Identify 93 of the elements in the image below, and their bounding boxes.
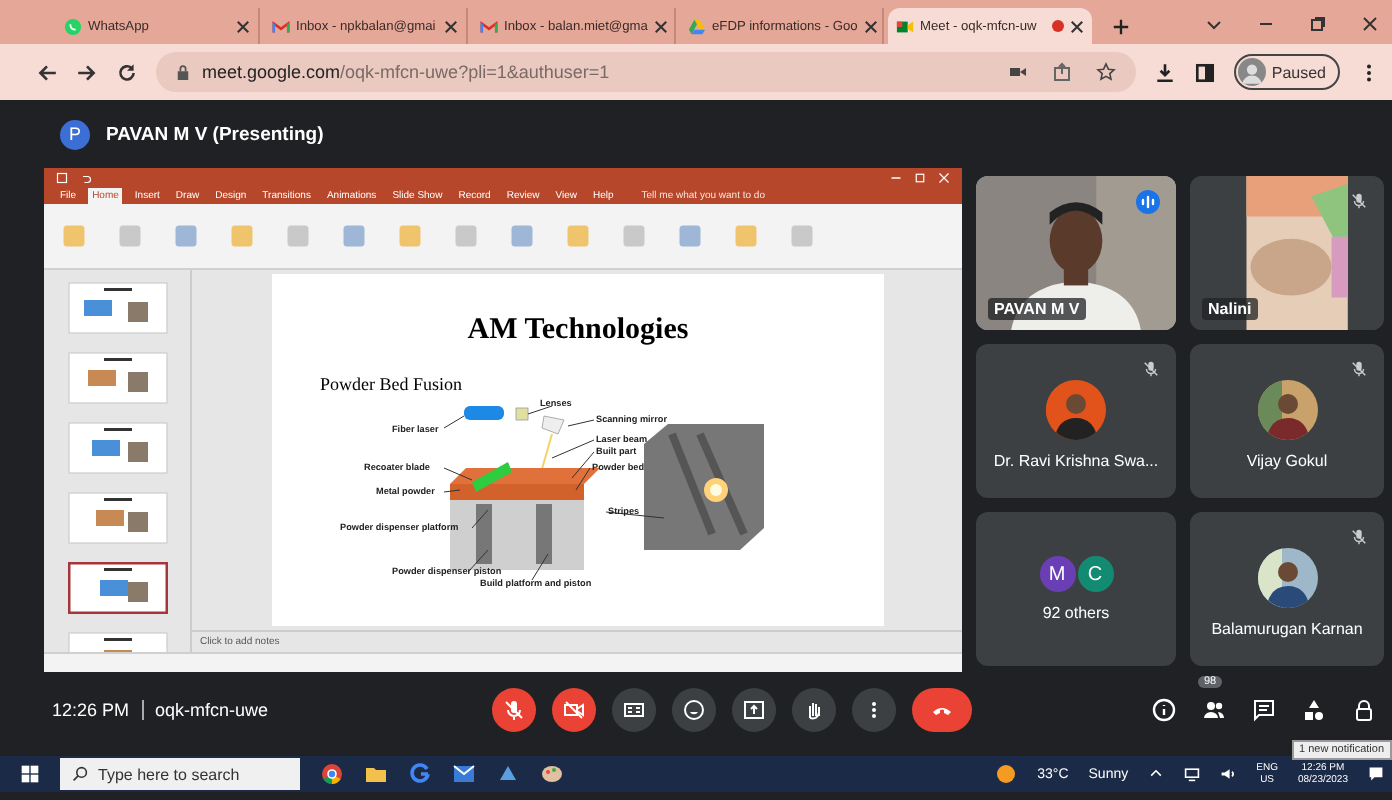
presenter-avatar: P (60, 119, 90, 149)
present-screen-icon (742, 698, 766, 722)
participant-name: Vijay Gokul (1246, 452, 1328, 470)
sun-icon (993, 762, 1018, 786)
mail-icon (480, 17, 498, 35)
leader-line (526, 405, 552, 415)
chevron-up-icon[interactable] (1148, 766, 1165, 782)
participant-tile[interactable]: Vijay Gokul (1190, 344, 1384, 498)
meeting-code: oqk-mfcn-uwe (155, 700, 269, 720)
mail-icon (272, 17, 290, 35)
melt-pool-drawing (643, 424, 763, 550)
windows-logo-icon[interactable] (20, 764, 40, 784)
mail-app-icon[interactable] (452, 762, 476, 786)
participant-initial-avatar: C (1077, 556, 1113, 592)
speaking-icon (1136, 190, 1160, 214)
restore-icon[interactable] (1308, 14, 1328, 34)
chat-icon[interactable] (1252, 698, 1276, 722)
close-icon[interactable] (236, 19, 250, 33)
leave-call-button[interactable] (912, 688, 972, 732)
star-icon[interactable] (1095, 62, 1116, 82)
video-camera-icon (896, 17, 914, 35)
leader-line (566, 419, 594, 427)
raise-hand-button[interactable] (792, 688, 836, 732)
close-icon[interactable] (444, 19, 458, 33)
search-field[interactable]: Type here to search (60, 758, 300, 790)
camera-icon[interactable] (1007, 62, 1028, 82)
participant-name: 92 others (1042, 604, 1110, 622)
google-icon[interactable] (408, 762, 432, 786)
smiley-icon (682, 698, 706, 722)
captions-button[interactable] (612, 688, 656, 732)
microphone-off-icon (502, 698, 526, 722)
profile-button[interactable]: Paused (1233, 54, 1340, 90)
microphone-button[interactable] (492, 688, 536, 732)
slide-thumbnail[interactable] (68, 562, 168, 614)
meeting-time: 12:26 PM (52, 700, 130, 720)
participant-name: Balamurugan Karnan (1211, 620, 1363, 638)
share-icon[interactable] (1051, 62, 1072, 82)
notifications-icon[interactable] (1368, 766, 1384, 782)
address-bar[interactable]: meet.google.com/oqk-mfcn-uwe?pli=1&authuser=1 (156, 52, 1136, 92)
participant-initial-avatar: M (1039, 556, 1075, 592)
participant-name: Nalini (1202, 298, 1258, 320)
search-icon (72, 766, 88, 782)
camera-button[interactable] (552, 688, 596, 732)
leader-line (604, 511, 664, 519)
shapes-icon[interactable] (1302, 698, 1326, 722)
undo-icon[interactable] (80, 171, 92, 183)
participant-tile[interactable]: Dr. Ravi Krishna Swa... (976, 344, 1176, 498)
back-icon[interactable] (36, 61, 58, 83)
participant-name: PAVAN M V (988, 298, 1086, 320)
restore-icon[interactable] (914, 171, 926, 183)
minimize-icon[interactable] (890, 171, 902, 183)
close-icon[interactable] (1360, 14, 1380, 34)
download-icon[interactable] (1153, 61, 1176, 83)
leader-line (470, 509, 488, 529)
drive-icon (688, 17, 706, 35)
participant-tile[interactable]: Balamurugan Karnan (1190, 512, 1384, 666)
more-options-button[interactable] (852, 688, 896, 732)
close-icon[interactable] (653, 19, 668, 33)
present-button[interactable] (732, 688, 776, 732)
lock-icon[interactable] (1352, 698, 1376, 722)
avatar-icon (1237, 58, 1266, 86)
camera-off-icon (562, 698, 586, 722)
save-icon[interactable] (56, 171, 68, 183)
participant-name: Dr. Ravi Krishna Swa... (993, 452, 1159, 470)
leader-line (442, 467, 472, 481)
leader-line (442, 489, 460, 493)
participant-tile[interactable]: M C 92 others (976, 512, 1176, 666)
app-icon[interactable] (496, 762, 520, 786)
new-tab-icon[interactable] (1112, 18, 1130, 36)
network-icon[interactable] (1184, 766, 1201, 782)
url-text: meet.google.com/oqk-mfcn-uwe?pli=1&authuser=1 (202, 62, 610, 82)
info-icon[interactable] (1152, 698, 1176, 722)
speaker-icon[interactable] (1220, 766, 1237, 782)
paint-icon[interactable] (540, 762, 564, 786)
slide-title: AM Technologies (466, 314, 688, 346)
folder-icon[interactable] (364, 762, 388, 786)
lock-icon (176, 63, 190, 81)
emoji-button[interactable] (672, 688, 716, 732)
side-panel-icon[interactable] (1193, 61, 1216, 83)
slide-subtitle: Powder Bed Fusion (319, 374, 462, 394)
reload-icon[interactable] (116, 61, 138, 83)
participant-tile[interactable]: PAVAN M V (976, 176, 1176, 330)
close-icon[interactable] (1070, 19, 1084, 33)
people-icon[interactable] (1202, 698, 1226, 722)
leader-line (530, 553, 548, 581)
forward-icon[interactable] (76, 61, 98, 83)
participant-tile[interactable]: Nalini (1190, 176, 1384, 330)
leader-line (442, 415, 464, 429)
close-icon[interactable] (863, 19, 878, 33)
captions-icon (622, 698, 646, 722)
chat-bubble-icon (64, 17, 82, 35)
chrome-icon[interactable] (320, 762, 344, 786)
presenter-name: PAVAN M V (Presenting) (106, 123, 324, 145)
